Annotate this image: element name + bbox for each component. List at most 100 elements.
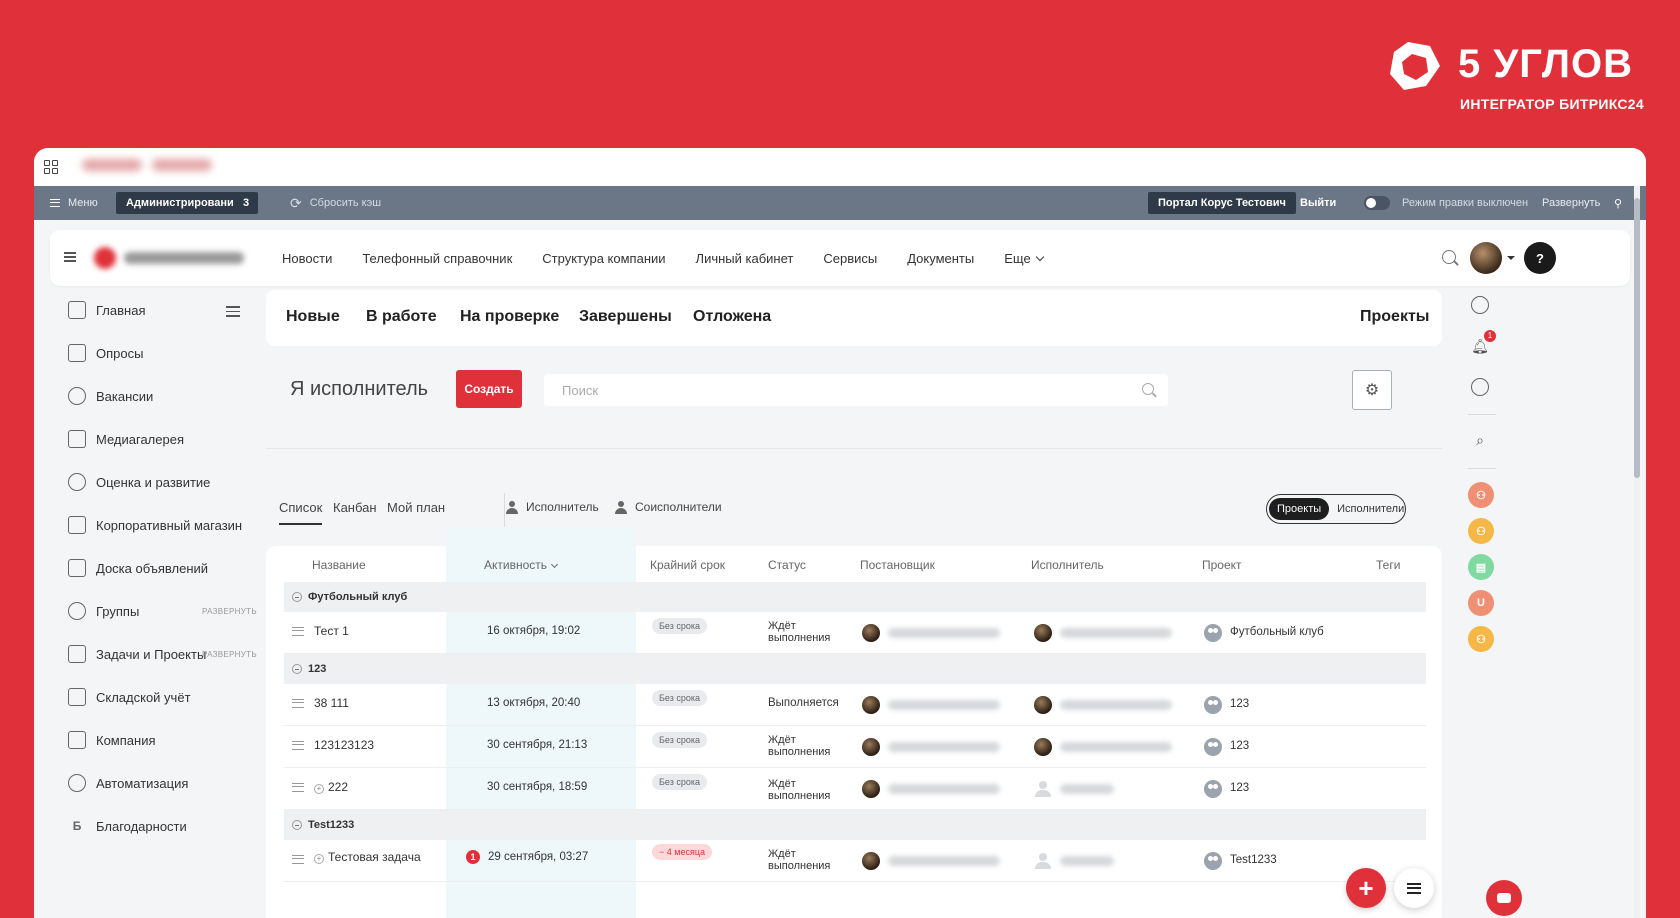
drag-handle-icon[interactable] [292, 741, 304, 750]
col-name[interactable]: Название [312, 558, 366, 572]
menu-fab-button[interactable] [1394, 868, 1434, 908]
drag-handle-icon[interactable] [292, 699, 304, 708]
tab-completed[interactable]: Завершены [579, 308, 672, 326]
task-deadline[interactable]: Без срока [652, 690, 707, 706]
col-executor[interactable]: Исполнитель [1031, 558, 1104, 572]
search-icon[interactable]: ⌕ [1466, 426, 1494, 454]
switch-executors[interactable]: Исполнители [1329, 498, 1412, 520]
col-tags[interactable]: Теги [1376, 558, 1400, 572]
group-header[interactable]: Test1233 [284, 810, 1426, 840]
task-project[interactable]: Test1233 [1230, 854, 1277, 866]
view-kanban-tab[interactable]: Канбан [333, 500, 377, 515]
company-logo[interactable] [94, 246, 264, 270]
table-row[interactable]: +222 30 сентября, 18:59 Без срока Ждёт в… [284, 768, 1426, 810]
expand-subtasks-icon[interactable]: + [314, 784, 324, 794]
avatar[interactable] [862, 696, 880, 714]
groups-expand-link[interactable]: РАЗВЕРНУТЬ [202, 607, 257, 616]
expand-subtasks-icon[interactable]: + [314, 854, 324, 864]
tab-postponed[interactable]: Отложена [693, 308, 771, 326]
tab-in-progress[interactable]: В работе [366, 308, 437, 326]
search-icon[interactable] [1442, 250, 1456, 264]
drag-handle-icon[interactable] [292, 855, 304, 864]
col-project[interactable]: Проект [1202, 558, 1242, 572]
view-plan-tab[interactable]: Мой план [387, 500, 445, 515]
settings-gear-button[interactable]: ⚙ [1352, 370, 1392, 410]
sidebar-item-gallery[interactable]: Медиагалерея [68, 427, 184, 451]
group-avatar-icon[interactable]: ⚇ [1468, 518, 1494, 544]
nav-documents[interactable]: Документы [907, 251, 974, 266]
avatar[interactable] [862, 738, 880, 756]
task-name[interactable]: Тестовая задача [328, 850, 421, 864]
table-row[interactable]: 38 111 13 октября, 20:40 Без срока Выпол… [284, 684, 1426, 726]
avatar[interactable] [1470, 242, 1502, 274]
avatar[interactable] [862, 624, 880, 642]
drag-handle-icon[interactable] [292, 627, 304, 636]
task-project[interactable]: 123 [1230, 740, 1249, 752]
group-by-switch[interactable]: Проекты Исполнители [1266, 494, 1406, 524]
group-avatar-icon[interactable]: ⚇ [1468, 482, 1494, 508]
task-project[interactable]: 123 [1230, 698, 1249, 710]
task-name[interactable]: 38 111 [314, 696, 349, 710]
nav-cabinet[interactable]: Личный кабинет [696, 251, 794, 266]
nav-phonebook[interactable]: Телефонный справочник [362, 251, 512, 266]
table-row[interactable]: Тест 1 16 октября, 19:02 Без срока Ждёт … [284, 612, 1426, 654]
empty-avatar-icon[interactable] [1034, 852, 1052, 870]
target-icon[interactable] [1471, 296, 1489, 314]
help-button[interactable]: ? [1524, 242, 1556, 274]
sidebar-item-assessment[interactable]: Оценка и развитие [68, 470, 210, 494]
switch-projects[interactable]: Проекты [1269, 498, 1330, 520]
sidebar-item-warehouse[interactable]: Складской учёт [68, 685, 191, 709]
settings-sliders-icon[interactable] [226, 306, 240, 318]
task-name-wrap[interactable]: + Тестовая задача [314, 850, 421, 864]
group-header[interactable]: 123 [284, 654, 1426, 684]
collapse-icon[interactable] [292, 664, 302, 674]
task-project[interactable]: Футбольный клуб [1230, 626, 1324, 638]
sidebar-item-surveys[interactable]: Опросы [68, 341, 143, 365]
task-name[interactable]: 222 [328, 780, 348, 794]
sidebar-item-board[interactable]: Доска объявлений [68, 556, 208, 580]
sidebar-item-tasks[interactable]: Задачи и Проекты [68, 642, 206, 666]
search-input[interactable] [544, 374, 1124, 406]
drag-handle-icon[interactable] [292, 783, 304, 792]
sidebar-item-shop[interactable]: Корпоративный магазин [68, 513, 242, 537]
avatar[interactable] [1034, 738, 1052, 756]
avatar[interactable] [1034, 624, 1052, 642]
chat-icon[interactable] [1471, 378, 1489, 396]
col-status[interactable]: Статус [768, 558, 806, 572]
task-deadline[interactable]: − 4 месяца [652, 844, 712, 860]
search-field[interactable] [544, 374, 1168, 406]
sidebar-item-main[interactable]: Главная [68, 298, 145, 322]
role-executor-filter[interactable]: Исполнитель [506, 500, 599, 514]
avatar[interactable] [1034, 696, 1052, 714]
group-avatar-icon[interactable]: ⚇ [1468, 626, 1494, 652]
collapse-icon[interactable] [292, 820, 302, 830]
create-button[interactable]: Создать [456, 370, 522, 408]
caret-down-icon[interactable] [1507, 256, 1515, 260]
col-activity[interactable]: Активность [484, 558, 559, 572]
table-row[interactable]: + Тестовая задача 1 29 сентября, 03:27 − 4… [284, 840, 1426, 882]
group-avatar-letter[interactable]: U [1468, 590, 1494, 616]
hamburger-icon[interactable] [64, 252, 76, 262]
add-fab-button[interactable]: + [1346, 868, 1386, 908]
search-icon[interactable] [1142, 383, 1154, 395]
task-name[interactable]: 123123123 [314, 738, 374, 752]
nav-services[interactable]: Сервисы [823, 251, 877, 266]
chat-bubble-button[interactable] [1486, 880, 1522, 916]
task-name[interactable]: Тест 1 [314, 624, 349, 638]
sidebar-item-groups[interactable]: Группы [68, 599, 139, 623]
sidebar-item-company[interactable]: Компания [68, 728, 156, 752]
sidebar-item-thanks[interactable]: Б Благодарности [68, 814, 187, 838]
task-deadline[interactable]: Без срока [652, 618, 707, 634]
sidebar-item-vacancies[interactable]: Вакансии [68, 384, 153, 408]
task-deadline[interactable]: Без срока [652, 774, 707, 790]
nav-more[interactable]: Еще [1004, 251, 1044, 266]
col-creator[interactable]: Постановщик [860, 558, 935, 572]
view-list-tab[interactable]: Список [279, 500, 323, 525]
collapse-icon[interactable] [292, 592, 302, 602]
task-project[interactable]: 123 [1230, 782, 1249, 794]
col-deadline[interactable]: Крайний срок [650, 558, 725, 572]
empty-avatar-icon[interactable] [1034, 780, 1052, 798]
role-coexecutor-filter[interactable]: Соисполнители [615, 500, 722, 514]
task-deadline[interactable]: Без срока [652, 732, 707, 748]
sidebar-item-automation[interactable]: Автоматизация [68, 771, 188, 795]
